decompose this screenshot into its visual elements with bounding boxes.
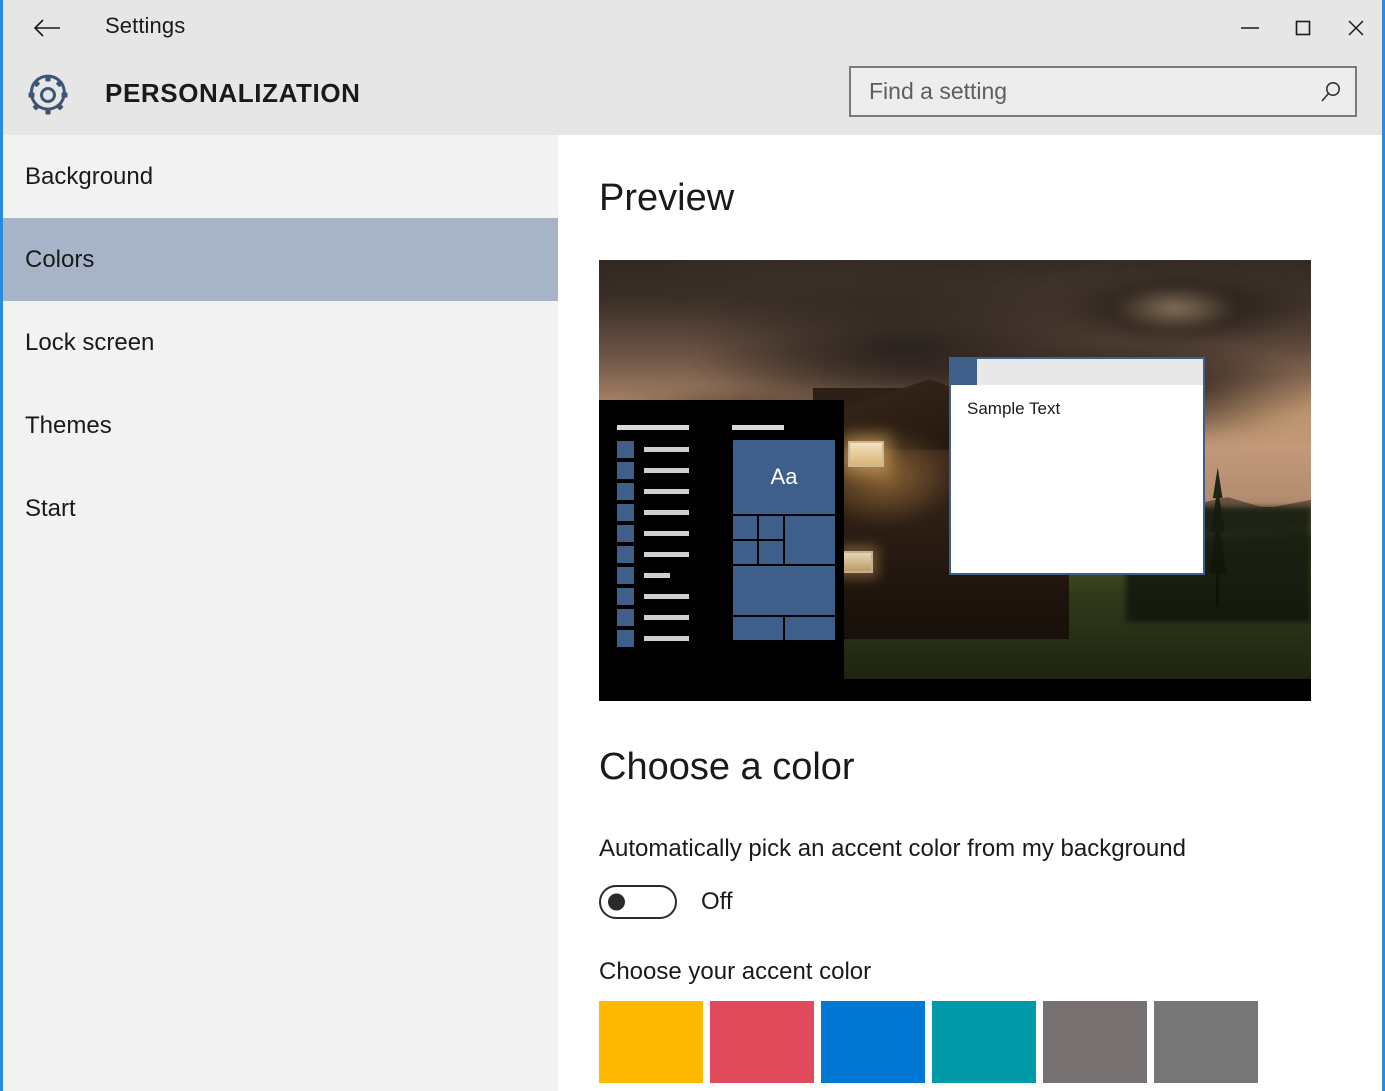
sidebar-item-label: Colors <box>25 245 95 273</box>
toggle-knob <box>608 893 625 911</box>
preview-tile-small <box>758 540 784 565</box>
preview-app-row <box>617 439 701 460</box>
preview-app-row <box>617 481 701 502</box>
preview-tile-quad <box>732 515 784 565</box>
settings-window: Settings PERSONALIZATION Find a setting … <box>0 0 1385 1091</box>
sidebar-item-colors[interactable]: Colors <box>3 218 558 301</box>
preview-tile-row <box>732 515 836 565</box>
title-bar: Settings <box>3 0 1382 55</box>
accent-color-label: Choose your accent color <box>599 958 872 985</box>
preview-app-row <box>617 565 701 586</box>
auto-accent-toggle[interactable] <box>599 885 677 919</box>
accent-swatch-dark-gray[interactable] <box>1043 1001 1147 1083</box>
preview-app-label <box>644 552 689 557</box>
search-input[interactable] <box>851 68 1307 115</box>
choose-color-heading: Choose a color <box>599 746 855 788</box>
page-header: PERSONALIZATION <box>3 55 1382 135</box>
preview-sky-glow <box>1111 286 1240 331</box>
preview-start-menu: Aa <box>599 400 844 679</box>
preview-tile-group-header <box>732 425 784 430</box>
preview-sample-body: Sample Text <box>951 385 1203 433</box>
accent-swatch-blue[interactable] <box>821 1001 925 1083</box>
preview-app-row <box>617 544 701 565</box>
accent-color-swatches <box>599 1001 1258 1083</box>
preview-sample-text: Sample Text <box>967 399 1061 418</box>
preview-app-label <box>644 636 689 641</box>
preview-taskbar <box>599 679 1311 701</box>
preview-app-row <box>617 607 701 628</box>
preview-tile-large: Aa <box>732 439 836 515</box>
preview-tile-wide <box>732 565 836 616</box>
preview-app-icon <box>617 483 634 500</box>
sidebar-item-label: Lock screen <box>25 328 155 356</box>
preview-tile-half <box>732 616 784 641</box>
preview-app-label <box>644 531 689 536</box>
sidebar-item-themes[interactable]: Themes <box>3 384 558 467</box>
preview-app-icon <box>617 588 634 605</box>
accent-swatch-teal[interactable] <box>932 1001 1036 1083</box>
gear-icon <box>25 72 71 118</box>
auto-accent-toggle-row: Off <box>599 885 733 919</box>
preview-app-icon <box>617 630 634 647</box>
accent-swatch-gold[interactable] <box>599 1001 703 1083</box>
content-pane: Preview Aa Sample Text Choose a color Au… <box>558 135 1382 1091</box>
preview-tile-small <box>732 540 758 565</box>
window-title: Settings <box>105 13 186 38</box>
preview-app-label <box>644 615 689 620</box>
preview-tile-half <box>784 616 836 641</box>
preview-app-icon <box>617 525 634 542</box>
preview-sample-app-icon <box>951 359 977 385</box>
sidebar-item-label: Start <box>25 494 76 522</box>
sidebar-item-background[interactable]: Background <box>3 135 558 218</box>
preview-tile-small <box>758 515 784 540</box>
preview-sample-window: Sample Text <box>949 357 1205 575</box>
preview-app-row <box>617 628 701 649</box>
maximize-button[interactable] <box>1276 0 1329 55</box>
toggle-state-label: Off <box>701 888 733 915</box>
preview-app-row <box>617 502 701 523</box>
preview-app-label <box>644 447 689 452</box>
preview-list-header <box>617 425 689 430</box>
window-controls <box>1223 0 1382 55</box>
accent-swatch-gray[interactable] <box>1154 1001 1258 1083</box>
search-box[interactable] <box>849 66 1357 117</box>
preview-app-label <box>644 489 689 494</box>
sidebar-item-start[interactable]: Start <box>3 467 558 550</box>
minimize-button[interactable] <box>1223 0 1276 55</box>
preview-app-icon <box>617 546 634 563</box>
accent-swatch-red[interactable] <box>710 1001 814 1083</box>
preview-app-row <box>617 460 701 481</box>
preview-app-label <box>644 573 670 578</box>
preview-tile-row <box>732 616 836 641</box>
preview-app-icon <box>617 609 634 626</box>
preview-heading: Preview <box>599 177 735 219</box>
preview-app-label <box>644 510 689 515</box>
sidebar-item-lock-screen[interactable]: Lock screen <box>3 301 558 384</box>
search-icon[interactable] <box>1307 79 1355 105</box>
preview-cabin-window <box>848 440 885 467</box>
sidebar-item-label: Themes <box>25 411 112 439</box>
preview-tile-small <box>732 515 758 540</box>
preview-app-label <box>644 594 689 599</box>
auto-accent-label: Automatically pick an accent color from … <box>599 835 1186 862</box>
preview-cabin-window <box>841 551 874 574</box>
sidebar: Background Colors Lock screen Themes Sta… <box>3 135 558 1091</box>
close-button[interactable] <box>1329 0 1382 55</box>
back-button[interactable] <box>25 6 69 50</box>
sidebar-item-label: Background <box>25 162 154 190</box>
preview-app-row <box>617 586 701 607</box>
preview-app-icon <box>617 504 634 521</box>
preview-app-icon <box>617 441 634 458</box>
preview-tile-medium <box>784 515 836 565</box>
preview-app-list <box>617 425 701 649</box>
page-title: PERSONALIZATION <box>105 78 361 108</box>
preview-tile-grid: Aa <box>732 425 836 641</box>
desktop-preview: Aa Sample Text <box>599 260 1311 701</box>
preview-app-icon <box>617 567 634 584</box>
preview-app-icon <box>617 462 634 479</box>
preview-tile-letters: Aa <box>770 464 798 489</box>
preview-sample-titlebar <box>951 359 1203 385</box>
preview-app-row <box>617 523 701 544</box>
preview-app-label <box>644 468 689 473</box>
